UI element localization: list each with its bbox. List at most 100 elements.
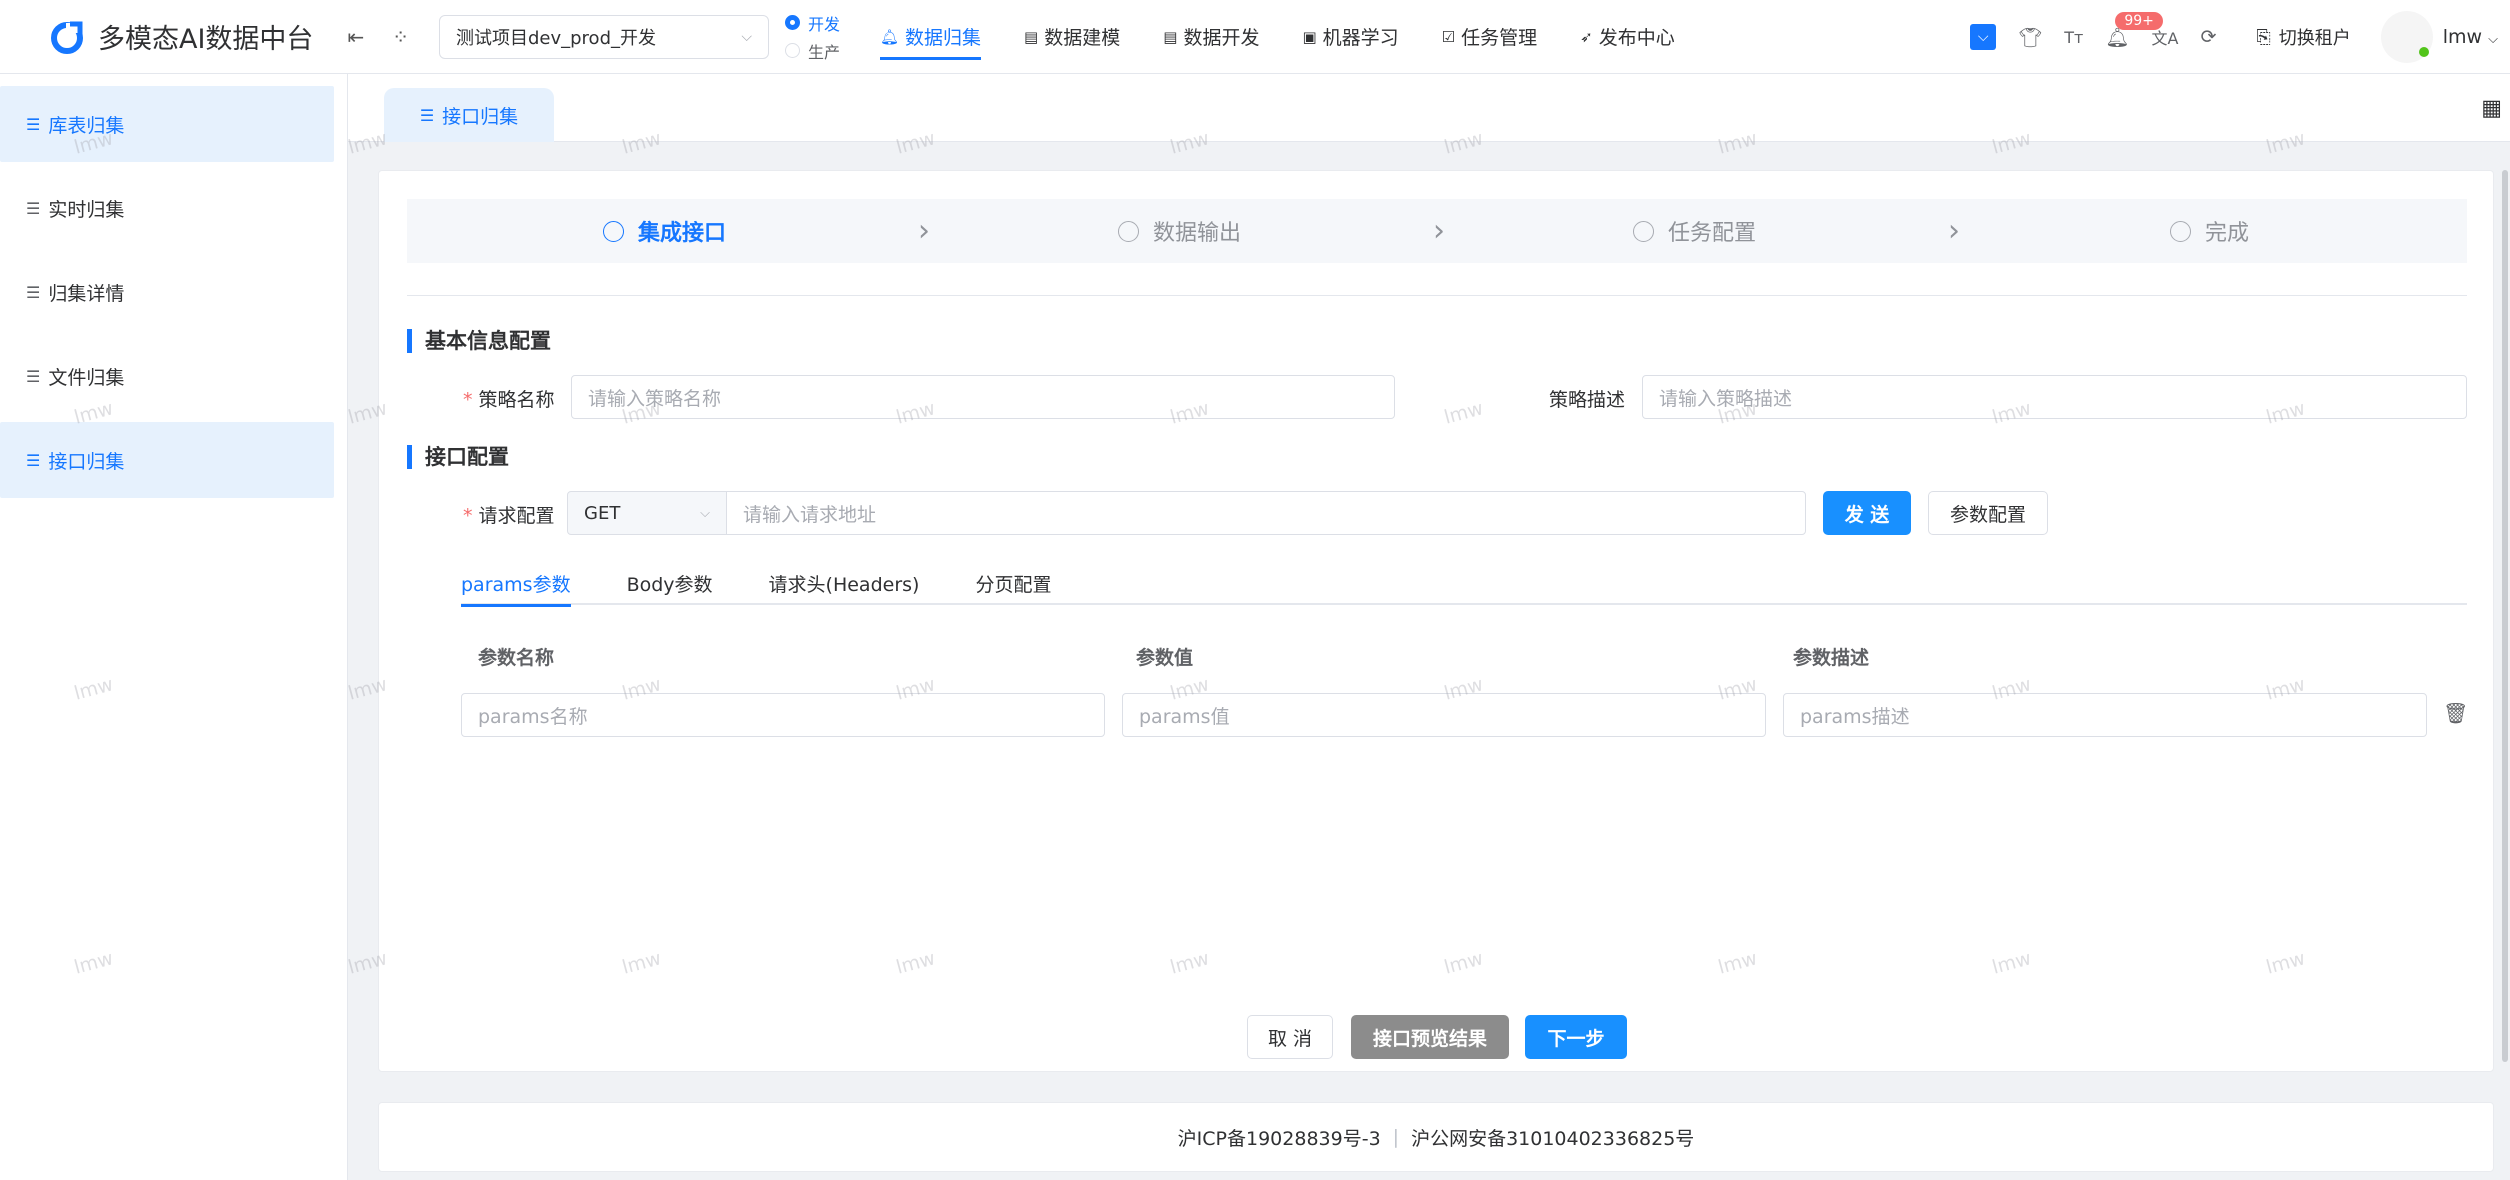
divider bbox=[407, 295, 2467, 296]
params-config-button[interactable]: 参数配置 bbox=[1928, 491, 2048, 535]
refresh-icon[interactable]: ⟳ bbox=[2200, 26, 2216, 48]
param-name-input[interactable]: params名称 bbox=[461, 693, 1105, 737]
strategy-desc-label: 策略描述 bbox=[1549, 389, 1626, 411]
box-icon: ▤ bbox=[1163, 27, 1178, 46]
column-header-param-value: 参数值 bbox=[1136, 647, 1194, 669]
request-config-label-text: 请求配置 bbox=[478, 505, 555, 527]
logo[interactable]: 多模态AI数据中台 bbox=[50, 17, 313, 56]
chevron-down-icon: ⌵ bbox=[741, 28, 752, 45]
robot-icon: ▣ bbox=[1302, 27, 1317, 46]
sidebar-item-table-collection[interactable]: ☰ 库表归集 bbox=[0, 86, 334, 162]
list-icon: ☰ bbox=[26, 366, 41, 386]
nav-label: 数据开发 bbox=[1183, 27, 1260, 49]
param-value-input[interactable]: params值 bbox=[1122, 693, 1766, 737]
sidebar-item-api-collection[interactable]: ☰ 接口归集 bbox=[0, 422, 334, 498]
page-tab-api-collection[interactable]: ☰ 接口归集 bbox=[384, 88, 554, 142]
param-desc-input[interactable]: params描述 bbox=[1783, 693, 2427, 737]
steps-bar: 集成接口 › 数据输出 › 任务配置 › 完成 bbox=[407, 199, 2467, 263]
collapse-sidebar-icon[interactable]: ⇤ bbox=[347, 25, 364, 49]
avatar[interactable] bbox=[2380, 11, 2433, 63]
step-circle-icon bbox=[1117, 220, 1139, 242]
nav-data-modeling[interactable]: ▤ 数据建模 bbox=[1024, 0, 1120, 74]
switch-tenant-button[interactable]: ⎘ 切换租户 bbox=[2256, 24, 2350, 50]
strategy-name-placeholder: 请输入策略名称 bbox=[588, 387, 722, 410]
sidebar-item-label: 实时归集 bbox=[48, 198, 125, 221]
step-label: 数据输出 bbox=[1152, 221, 1241, 246]
send-icon: ➶ bbox=[1580, 27, 1593, 46]
list-icon: ☰ bbox=[419, 105, 435, 125]
env-radio-group: 开发 生产 bbox=[784, 11, 840, 63]
strategy-desc-input[interactable]: 请输入策略描述 bbox=[1642, 375, 2467, 419]
notification-icon[interactable]: 🔔︎ 99+ bbox=[2105, 11, 2163, 49]
strategy-desc-placeholder: 请输入策略描述 bbox=[1659, 387, 1793, 410]
http-method-select[interactable]: GET ⌵ bbox=[567, 491, 727, 535]
scrollbar[interactable] bbox=[2502, 170, 2508, 1062]
sidebar: ☰ 库表归集 ☰ 实时归集 ☰ 归集详情 ☰ 文件归集 ☰ 接口归集 bbox=[0, 74, 348, 1180]
tab-params[interactable]: params参数 bbox=[461, 561, 571, 607]
box-icon: ▤ bbox=[1024, 27, 1039, 46]
nav-data-development[interactable]: ▤ 数据开发 bbox=[1163, 0, 1259, 74]
main-nav: 🔔︎ 数据归集 ▤ 数据建模 ▤ 数据开发 ▣ 机器学习 ☑ 任务管理 ➶ 发布… bbox=[879, 0, 1718, 74]
trash-icon[interactable]: 🗑︎ bbox=[2443, 701, 2468, 725]
step-label: 集成接口 bbox=[637, 221, 726, 246]
radio-checked-icon bbox=[784, 15, 800, 30]
section-title-api: 接口配置 bbox=[407, 445, 509, 469]
param-value-placeholder: params值 bbox=[1139, 705, 1230, 728]
project-select-value: 测试项目dev_prod_开发 bbox=[455, 27, 656, 49]
nav-data-collection[interactable]: 🔔︎ 数据归集 bbox=[879, 0, 982, 74]
nav-label: 发布中心 bbox=[1598, 27, 1675, 49]
send-button[interactable]: 发 送 bbox=[1823, 491, 1911, 535]
nav-label: 机器学习 bbox=[1322, 27, 1399, 49]
chevron-down-icon: ⌵ bbox=[700, 505, 710, 521]
icp-link[interactable]: 沪ICP备19028839号-3 bbox=[1178, 1124, 1381, 1151]
tab-pagination[interactable]: 分页配置 bbox=[975, 561, 1051, 605]
tab-body[interactable]: Body参数 bbox=[627, 561, 713, 605]
list-icon: ☰ bbox=[26, 114, 41, 134]
nav-label: 数据建模 bbox=[1044, 27, 1121, 49]
font-size-icon[interactable]: Tт bbox=[2064, 28, 2083, 47]
project-select[interactable]: 测试项目dev_prod_开发 ⌵ bbox=[438, 14, 769, 59]
param-tabs: params参数 Body参数 请求头(Headers) 分页配置 bbox=[461, 561, 2467, 607]
divider: | bbox=[1392, 1126, 1400, 1148]
request-url-input[interactable]: 请输入请求地址 bbox=[726, 491, 1806, 535]
logo-icon bbox=[51, 21, 83, 54]
strategy-name-input[interactable]: 请输入策略名称 bbox=[571, 375, 1395, 419]
app-title: 多模态AI数据中台 bbox=[98, 24, 314, 55]
preview-result-button[interactable]: 接口预览结果 bbox=[1351, 1015, 1509, 1059]
cancel-button[interactable]: 取 消 bbox=[1247, 1015, 1333, 1059]
request-config-label: * 请求配置 bbox=[463, 501, 555, 528]
step-task-config: 任务配置 › bbox=[1437, 199, 1960, 263]
required-asterisk: * bbox=[463, 389, 473, 411]
apps-grid-icon[interactable]: ⁘ bbox=[392, 25, 409, 49]
sidebar-item-collection-details[interactable]: ☰ 归集详情 bbox=[0, 254, 334, 330]
theme-shirt-icon[interactable]: 👕︎ bbox=[2018, 26, 2042, 49]
sidebar-item-file-collection[interactable]: ☰ 文件归集 bbox=[0, 338, 334, 414]
translate-icon[interactable]: 文A bbox=[2151, 25, 2178, 49]
step-finish: 完成 bbox=[1952, 199, 2467, 263]
sidebar-item-label: 库表归集 bbox=[48, 114, 125, 137]
step-circle-icon bbox=[1632, 220, 1654, 242]
nav-label: 数据归集 bbox=[905, 27, 982, 49]
header-tools: ⌵ 👕︎ Tт 🔔︎ 99+ 文A ⟳ ⎘ 切换租户 lmw ⌵ bbox=[1970, 0, 2510, 74]
nav-machine-learning[interactable]: ▣ 机器学习 bbox=[1302, 0, 1398, 74]
strategy-name-label: * 策略名称 bbox=[463, 385, 555, 412]
tab-headers[interactable]: 请求头(Headers) bbox=[769, 561, 920, 605]
grid-view-icon[interactable]: ▦ bbox=[2481, 96, 2502, 121]
nav-task-management[interactable]: ☑ 任务管理 bbox=[1442, 0, 1537, 74]
sidebar-item-realtime-collection[interactable]: ☰ 实时归集 bbox=[0, 170, 334, 246]
required-asterisk: * bbox=[463, 505, 473, 527]
step-circle-icon bbox=[602, 220, 624, 242]
list-icon: ☰ bbox=[26, 450, 41, 470]
list-icon: ☰ bbox=[26, 282, 41, 302]
nav-publish-center[interactable]: ➶ 发布中心 bbox=[1580, 0, 1675, 74]
user-menu[interactable]: lmw ⌵ bbox=[2443, 26, 2498, 48]
chevron-down-icon: ⌵ bbox=[2488, 32, 2498, 47]
param-name-placeholder: params名称 bbox=[478, 705, 588, 728]
env-radio-prod[interactable]: 生产 bbox=[784, 39, 840, 63]
police-link[interactable]: 沪公网安备31010402336825号 bbox=[1411, 1124, 1694, 1151]
sidebar-item-label: 归集详情 bbox=[48, 282, 125, 305]
env-radio-dev[interactable]: 开发 bbox=[784, 11, 840, 35]
dropdown-toggle-icon[interactable]: ⌵ bbox=[1970, 24, 1997, 50]
env-radio-label: 生产 bbox=[807, 42, 840, 62]
next-step-button[interactable]: 下一步 bbox=[1525, 1015, 1627, 1059]
